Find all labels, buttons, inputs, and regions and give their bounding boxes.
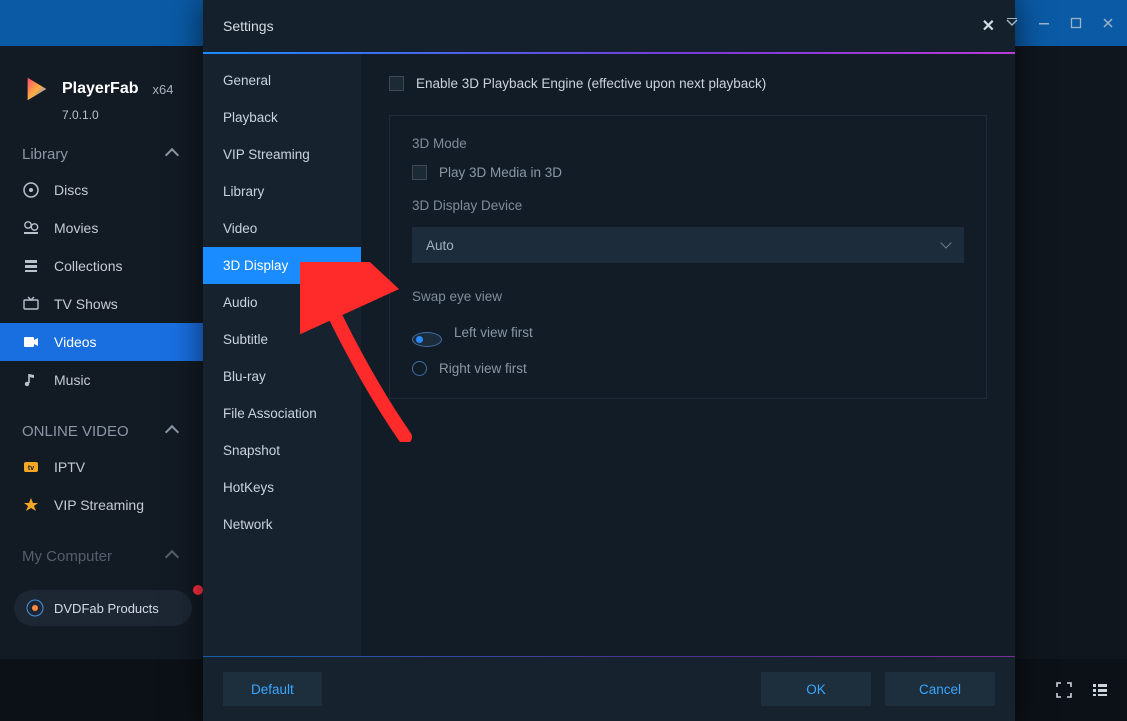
sidebar-section-library[interactable]: Library [0, 122, 205, 171]
chevron-up-icon [165, 549, 179, 563]
dvdfab-products-button[interactable]: DVDFab Products [14, 590, 192, 626]
sidebar-item-vip[interactable]: VIP Streaming [0, 486, 205, 524]
tv-icon [22, 295, 40, 313]
brand: PlayerFab x64 [0, 46, 205, 110]
sidebar-label: TV Shows [54, 296, 118, 312]
nav-vipstreaming[interactable]: VIP Streaming [203, 136, 361, 173]
dialog-separator-bottom [203, 656, 1015, 657]
notification-dot [193, 585, 203, 595]
dialog-content: Enable 3D Playback Engine (effective upo… [361, 54, 1015, 656]
sidebar-label: Discs [54, 182, 88, 198]
radio-right-row: Right view first [412, 361, 964, 376]
dialog-title: Settings [223, 18, 274, 34]
dialog-buttons: Default OK Cancel [203, 657, 1015, 721]
radio-left[interactable] [412, 332, 442, 347]
sidebar-section-computer[interactable]: My Computer [0, 524, 205, 573]
device-label: 3D Display Device [412, 198, 964, 213]
playlist-icon[interactable] [1091, 681, 1109, 699]
nav-bluray[interactable]: Blu-ray [203, 358, 361, 395]
iptv-icon: tv [22, 458, 40, 476]
sidebar-section-online[interactable]: ONLINE VIDEO [0, 399, 205, 448]
nav-3ddisplay[interactable]: 3D Display [203, 247, 361, 284]
sidebar: PlayerFab x64 7.0.1.0 Library Discs Movi… [0, 46, 205, 721]
section-title: ONLINE VIDEO [22, 423, 129, 440]
cancel-button[interactable]: Cancel [885, 672, 995, 706]
chevron-down-icon [940, 237, 951, 248]
sidebar-label: Videos [54, 334, 97, 350]
menu-down-icon[interactable] [1005, 16, 1019, 30]
nav-network[interactable]: Network [203, 506, 361, 543]
radio-right-label: Right view first [439, 361, 527, 376]
nav-video[interactable]: Video [203, 210, 361, 247]
ok-button[interactable]: OK [761, 672, 871, 706]
sidebar-item-movies[interactable]: Movies [0, 209, 205, 247]
sidebar-label: Movies [54, 220, 98, 236]
nav-playback[interactable]: Playback [203, 99, 361, 136]
sidebar-item-discs[interactable]: Discs [0, 171, 205, 209]
sidebar-item-collections[interactable]: Collections [0, 247, 205, 285]
svg-text:tv: tv [28, 465, 34, 472]
3d-panel: 3D Mode Play 3D Media in 3D 3D Display D… [389, 115, 987, 399]
nav-hotkeys[interactable]: HotKeys [203, 469, 361, 506]
sidebar-item-iptv[interactable]: tv IPTV [0, 448, 205, 486]
device-value: Auto [426, 238, 454, 253]
section-title: Library [22, 146, 68, 163]
fullscreen-icon[interactable] [1055, 681, 1073, 699]
mode-label: 3D Mode [412, 136, 964, 151]
close-icon[interactable] [1101, 16, 1115, 30]
sidebar-item-music[interactable]: Music [0, 361, 205, 399]
dvdfab-label: DVDFab Products [54, 601, 159, 616]
dialog-titlebar: Settings ✕ [203, 0, 1015, 52]
collection-icon [22, 257, 40, 275]
window-controls [1005, 16, 1115, 30]
video-icon [22, 333, 40, 351]
radio-left-row: Left view first [412, 318, 964, 347]
nav-subtitle[interactable]: Subtitle [203, 321, 361, 358]
nav-audio[interactable]: Audio [203, 284, 361, 321]
enable-3d-checkbox[interactable] [389, 76, 404, 91]
sidebar-label: Collections [54, 258, 122, 274]
app-logo-icon [22, 74, 52, 104]
enable-3d-row: Enable 3D Playback Engine (effective upo… [389, 76, 987, 91]
sidebar-label: IPTV [54, 459, 85, 475]
vip-icon [22, 496, 40, 514]
dvdfab-icon [26, 599, 44, 617]
sidebar-item-tvshows[interactable]: TV Shows [0, 285, 205, 323]
brand-name: PlayerFab [62, 80, 138, 98]
enable-3d-label: Enable 3D Playback Engine (effective upo… [416, 76, 766, 91]
play-3d-label: Play 3D Media in 3D [439, 165, 562, 180]
sidebar-label: Music [54, 372, 91, 388]
nav-general[interactable]: General [203, 62, 361, 99]
nav-snapshot[interactable]: Snapshot [203, 432, 361, 469]
radio-left-label: Left view first [454, 325, 533, 340]
nav-library[interactable]: Library [203, 173, 361, 210]
radio-right[interactable] [412, 361, 427, 376]
swap-label: Swap eye view [412, 289, 964, 304]
device-select[interactable]: Auto [412, 227, 964, 263]
brand-arch: x64 [152, 82, 173, 97]
maximize-icon[interactable] [1069, 16, 1083, 30]
sidebar-label: VIP Streaming [54, 497, 144, 513]
chevron-up-icon [165, 424, 179, 438]
chevron-up-icon [165, 147, 179, 161]
disc-icon [22, 181, 40, 199]
dialog-body: General Playback VIP Streaming Library V… [203, 54, 1015, 656]
section-title: My Computer [22, 548, 112, 565]
nav-fileassoc[interactable]: File Association [203, 395, 361, 432]
close-icon[interactable]: ✕ [982, 16, 995, 36]
play-3d-row: Play 3D Media in 3D [412, 165, 964, 180]
sidebar-item-videos[interactable]: Videos [0, 323, 205, 361]
settings-dialog: Settings ✕ General Playback VIP Streamin… [203, 0, 1015, 721]
play-3d-checkbox[interactable] [412, 165, 427, 180]
dialog-nav: General Playback VIP Streaming Library V… [203, 54, 361, 656]
minimize-icon[interactable] [1037, 16, 1051, 30]
music-icon [22, 371, 40, 389]
default-button[interactable]: Default [223, 672, 322, 706]
film-icon [22, 219, 40, 237]
brand-version: 7.0.1.0 [0, 108, 205, 122]
